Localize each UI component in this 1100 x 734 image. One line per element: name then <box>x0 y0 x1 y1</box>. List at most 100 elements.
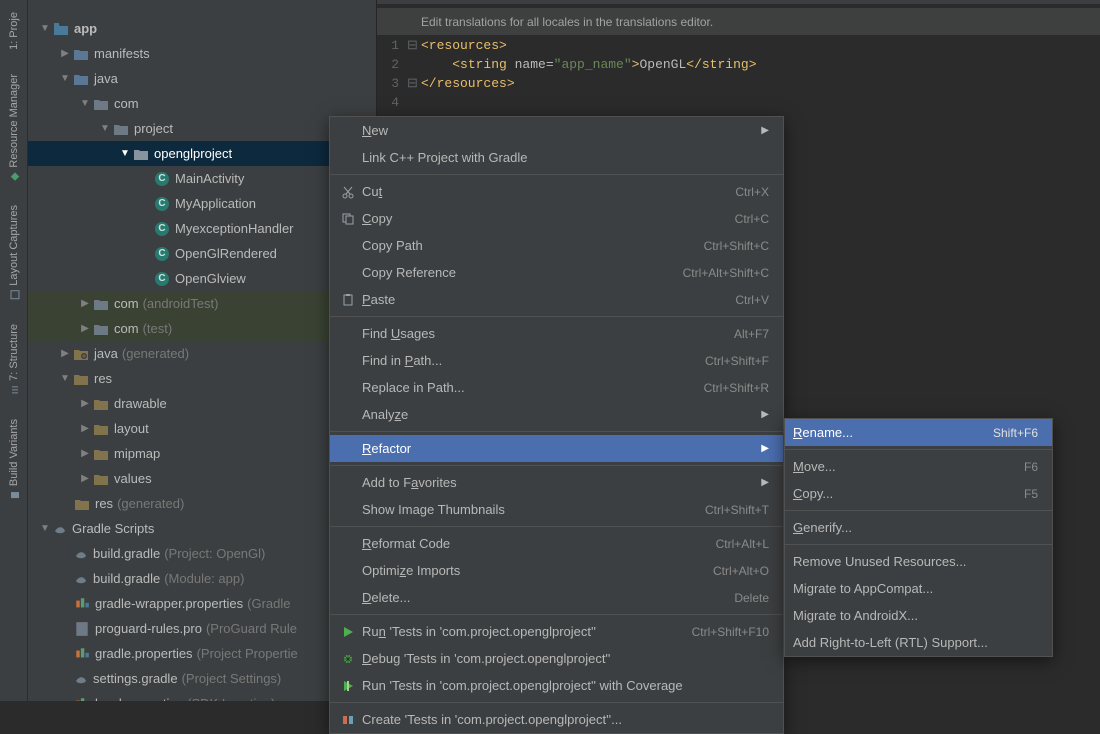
tool-build-variants[interactable]: Build Variants <box>8 407 20 512</box>
tree-item-build-gradle-1[interactable]: build.gradle (Project: OpenGl) <box>28 541 376 566</box>
chevron-right-icon: ▶ <box>60 48 70 59</box>
menu-copy-path[interactable]: Copy PathCtrl+Shift+C <box>330 232 783 259</box>
tool-layout-captures[interactable]: Layout Captures <box>8 193 20 312</box>
tree-item-myexceptionhandler[interactable]: C MyexceptionHandler <box>28 216 376 241</box>
folder-icon <box>74 496 90 512</box>
copy-icon <box>338 212 358 226</box>
tool-structure[interactable]: 7: Structure <box>8 312 20 407</box>
fold-icon[interactable]: ⊟ <box>407 76 421 95</box>
line-number: 2 <box>377 57 407 76</box>
tree-item-mainactivity[interactable]: C MainActivity <box>28 166 376 191</box>
menu-copy-reference[interactable]: Copy ReferenceCtrl+Alt+Shift+C <box>330 259 783 286</box>
tree-item-myapplication[interactable]: C MyApplication <box>28 191 376 216</box>
menu-refactor[interactable]: Refactor▶ <box>330 435 783 462</box>
tree-item-java-generated[interactable]: ▶ java (generated) <box>28 341 376 366</box>
menu-find-in-path[interactable]: Find in Path...Ctrl+Shift+F <box>330 347 783 374</box>
tree-label-suffix: (test) <box>143 321 173 336</box>
menu-optimize-imports[interactable]: Optimize ImportsCtrl+Alt+O <box>330 557 783 584</box>
tree-item-build-gradle-2[interactable]: build.gradle (Module: app) <box>28 566 376 591</box>
submenu-generify[interactable]: Generify... <box>785 514 1052 541</box>
tree-label-suffix: (Gradle <box>247 596 290 611</box>
submenu-remove-unused[interactable]: Remove Unused Resources... <box>785 548 1052 575</box>
tree-item-settings-gradle[interactable]: settings.gradle (Project Settings) <box>28 666 376 691</box>
context-menu: New▶ Link C++ Project with Gradle CutCtr… <box>329 116 784 734</box>
project-tree-panel: ▼ app ▶ manifests ▼ java ▼ com ▼ <box>28 0 376 701</box>
menu-new[interactable]: New▶ <box>330 117 783 144</box>
menu-reformat-code[interactable]: Reformat CodeCtrl+Alt+L <box>330 530 783 557</box>
tree-label: mipmap <box>114 446 160 461</box>
submenu-copy[interactable]: Copy...F5 <box>785 480 1052 507</box>
tree-item-local-properties[interactable]: local.properties (SDK Location) <box>28 691 376 701</box>
menu-analyze[interactable]: Analyze▶ <box>330 401 783 428</box>
tree-item-gradle-properties[interactable]: gradle.properties (Project Propertie <box>28 641 376 666</box>
submenu-migrate-appcompat[interactable]: Migrate to AppCompat... <box>785 575 1052 602</box>
menu-replace-in-path[interactable]: Replace in Path...Ctrl+Shift+R <box>330 374 783 401</box>
chevron-down-icon: ▼ <box>120 148 130 159</box>
tree-item-com-androidtest[interactable]: ▶ com (androidTest) <box>28 291 376 316</box>
tree-item-openglproject[interactable]: ▼ openglproject <box>28 141 376 166</box>
menu-paste[interactable]: PasteCtrl+V <box>330 286 783 313</box>
tree-item-project[interactable]: ▼ project <box>28 116 376 141</box>
tree-item-res[interactable]: ▼ res <box>28 366 376 391</box>
submenu-move[interactable]: Move...F6 <box>785 453 1052 480</box>
tree-item-manifests[interactable]: ▶ manifests <box>28 41 376 66</box>
chevron-down-icon: ▼ <box>60 373 70 384</box>
submenu-rename[interactable]: Rename...Shift+F6 <box>785 419 1052 446</box>
tree-item-java[interactable]: ▼ java <box>28 66 376 91</box>
tree-item-layout[interactable]: ▶ layout <box>28 416 376 441</box>
menu-separator <box>330 702 783 703</box>
debug-icon <box>338 653 358 665</box>
menu-separator <box>785 544 1052 545</box>
tree-item-com-test[interactable]: ▶ com (test) <box>28 316 376 341</box>
fold-icon[interactable]: ⊟ <box>407 38 421 57</box>
tree-label-suffix: (Module: app) <box>164 571 244 586</box>
folder-icon <box>73 346 89 362</box>
chevron-right-icon: ▶ <box>60 348 70 359</box>
menu-create-tests[interactable]: Create 'Tests in 'com.project.openglproj… <box>330 706 783 733</box>
code-editor[interactable]: 1 ⊟ <resources> 2 <string name="app_name… <box>377 36 1100 114</box>
tree-label: settings.gradle <box>93 671 178 686</box>
tree-item-drawable[interactable]: ▶ drawable <box>28 391 376 416</box>
gradle-file-icon <box>74 572 88 586</box>
menu-run-coverage[interactable]: Run 'Tests in 'com.project.openglproject… <box>330 672 783 699</box>
tool-project[interactable]: 1: Proje <box>8 0 20 62</box>
tree-item-com[interactable]: ▼ com <box>28 91 376 116</box>
tree-item-mipmap[interactable]: ▶ mipmap <box>28 441 376 466</box>
tree-item-gradle-scripts[interactable]: ▼ Gradle Scripts <box>28 516 376 541</box>
tree-item-gradle-wrapper[interactable]: gradle-wrapper.properties (Gradle <box>28 591 376 616</box>
menu-delete[interactable]: Delete...Delete <box>330 584 783 611</box>
gradle-icon <box>53 522 67 536</box>
menu-find-usages[interactable]: Find UsagesAlt+F7 <box>330 320 783 347</box>
tree-item-proguard[interactable]: proguard-rules.pro (ProGuard Rule <box>28 616 376 641</box>
tree-label: Gradle Scripts <box>72 521 154 536</box>
class-icon: C <box>154 196 170 212</box>
menu-link-cpp[interactable]: Link C++ Project with Gradle <box>330 144 783 171</box>
menu-cut[interactable]: CutCtrl+X <box>330 178 783 205</box>
menu-add-to-favorites[interactable]: Add to Favorites▶ <box>330 469 783 496</box>
hint-text: Edit translations for all locales in the… <box>421 15 713 29</box>
tree-item-openglrendered[interactable]: C OpenGlRendered <box>28 241 376 266</box>
tree-item-app[interactable]: ▼ app <box>28 16 376 41</box>
folder-icon <box>73 46 89 62</box>
package-icon <box>93 296 109 312</box>
tree-item-values[interactable]: ▶ values <box>28 466 376 491</box>
tool-resource-manager[interactable]: Resource Manager <box>8 62 20 194</box>
menu-debug-tests[interactable]: Debug 'Tests in 'com.project.openglproje… <box>330 645 783 672</box>
tree-label: build.gradle <box>93 546 160 561</box>
menu-run-tests[interactable]: Run 'Tests in 'com.project.openglproject… <box>330 618 783 645</box>
chevron-right-icon: ▶ <box>761 443 769 454</box>
submenu-add-rtl[interactable]: Add Right-to-Left (RTL) Support... <box>785 629 1052 656</box>
refactor-submenu: Rename...Shift+F6 Move...F6 Copy...F5 Ge… <box>784 418 1053 657</box>
tree-label-suffix: (Project Settings) <box>182 671 282 686</box>
translations-hint[interactable]: Edit translations for all locales in the… <box>377 8 1100 36</box>
tree-label: com <box>114 321 139 336</box>
menu-show-thumbnails[interactable]: Show Image ThumbnailsCtrl+Shift+T <box>330 496 783 523</box>
submenu-migrate-androidx[interactable]: Migrate to AndroidX... <box>785 602 1052 629</box>
menu-copy[interactable]: CopyCtrl+C <box>330 205 783 232</box>
tree-item-openglview[interactable]: C OpenGlview <box>28 266 376 291</box>
chevron-down-icon: ▼ <box>40 23 50 34</box>
code-token: </string> <box>686 57 756 72</box>
tree-item-res-generated[interactable]: res (generated) <box>28 491 376 516</box>
tree-label: res <box>94 371 112 386</box>
file-icon <box>74 621 90 637</box>
